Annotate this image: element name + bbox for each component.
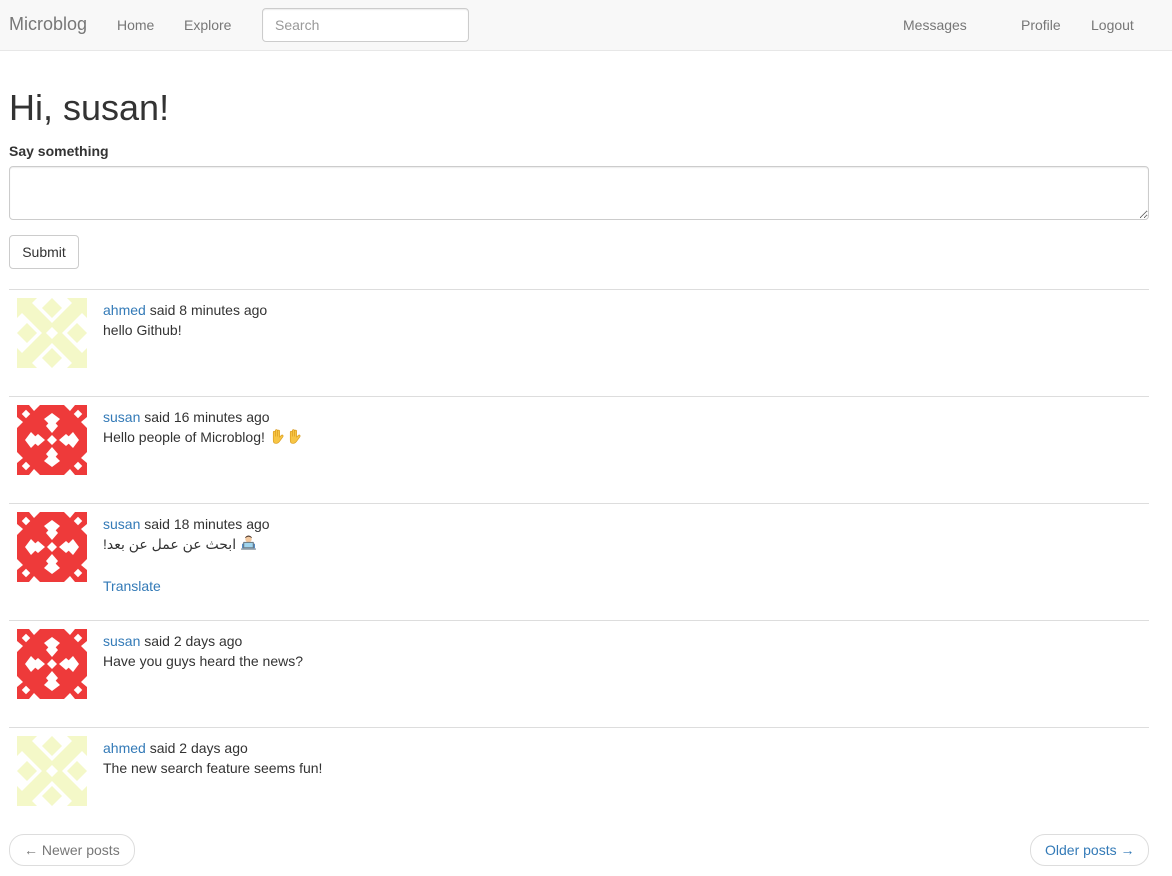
post-body: The new search feature seems fun! [103, 760, 323, 776]
post-item: susan said 18 minutes ago ابحث عن عمل عن… [9, 503, 1149, 620]
post-body-text: Hello people of Microblog! [103, 429, 269, 445]
post-meta: susan said 16 minutes ago [103, 407, 270, 427]
brand-link[interactable]: Microblog [9, 14, 87, 35]
translate-link[interactable]: Translate [103, 578, 161, 594]
page-title: Hi, susan! [9, 87, 170, 128]
waving-hand-icon [269, 428, 286, 445]
post-time: said 16 minutes ago [140, 409, 270, 425]
author-link[interactable]: ahmed [103, 740, 146, 756]
submit-button[interactable]: Submit [9, 235, 79, 269]
search-input[interactable] [262, 8, 469, 42]
post-body: Hello people of Microblog! [103, 427, 303, 447]
author-link[interactable]: susan [103, 633, 140, 649]
post-body: ابحث عن عمل عن بعد! [103, 534, 257, 554]
post-body: hello Github! [103, 322, 182, 338]
post-form-label: Say something [9, 143, 109, 159]
nav-logout-link[interactable]: Logout [1091, 17, 1134, 33]
post-body-text: ابحث عن عمل عن بعد! [103, 536, 237, 552]
nav-explore-link[interactable]: Explore [184, 17, 231, 33]
post-time: said 18 minutes ago [140, 516, 270, 532]
ahmed-avatar-icon[interactable] [17, 736, 87, 806]
author-link[interactable]: susan [103, 409, 140, 425]
nav-profile-link[interactable]: Profile [1021, 17, 1061, 33]
newer-posts-button[interactable]: ← Newer posts [9, 834, 135, 866]
technologist-icon [240, 535, 257, 552]
nav-home-link[interactable]: Home [117, 17, 154, 33]
post-meta: susan said 18 minutes ago [103, 514, 270, 534]
post-item: ahmed said 8 minutes ago hello Github! [9, 289, 1149, 396]
waving-hand-icon [286, 428, 303, 445]
older-posts-button[interactable]: Older posts → [1030, 834, 1150, 866]
ahmed-avatar-icon[interactable] [17, 298, 87, 368]
post-item: susan said 16 minutes ago Hello people o… [9, 396, 1149, 503]
post-time: said 2 days ago [145, 740, 248, 756]
susan-avatar-icon[interactable] [17, 405, 87, 475]
author-link[interactable]: susan [103, 516, 140, 532]
post-time: said 8 minutes ago [145, 302, 268, 318]
post-meta: ahmed said 8 minutes ago [103, 300, 267, 320]
post-meta: ahmed said 2 days ago [103, 738, 248, 758]
susan-avatar-icon[interactable] [17, 512, 87, 582]
navbar: Microblog Home Explore Messages Profile … [0, 0, 1172, 51]
nav-messages-link[interactable]: Messages [903, 17, 967, 33]
post-item: susan said 2 days ago Have you guys hear… [9, 620, 1149, 727]
post-body: Have you guys heard the news? [103, 653, 304, 669]
author-link[interactable]: ahmed [103, 302, 146, 318]
post-time: said 2 days ago [140, 633, 243, 649]
susan-avatar-icon[interactable] [17, 629, 87, 699]
post-item: ahmed said 2 days ago The new search fea… [9, 727, 1149, 817]
post-textarea[interactable] [9, 166, 1149, 220]
post-meta: susan said 2 days ago [103, 631, 242, 651]
